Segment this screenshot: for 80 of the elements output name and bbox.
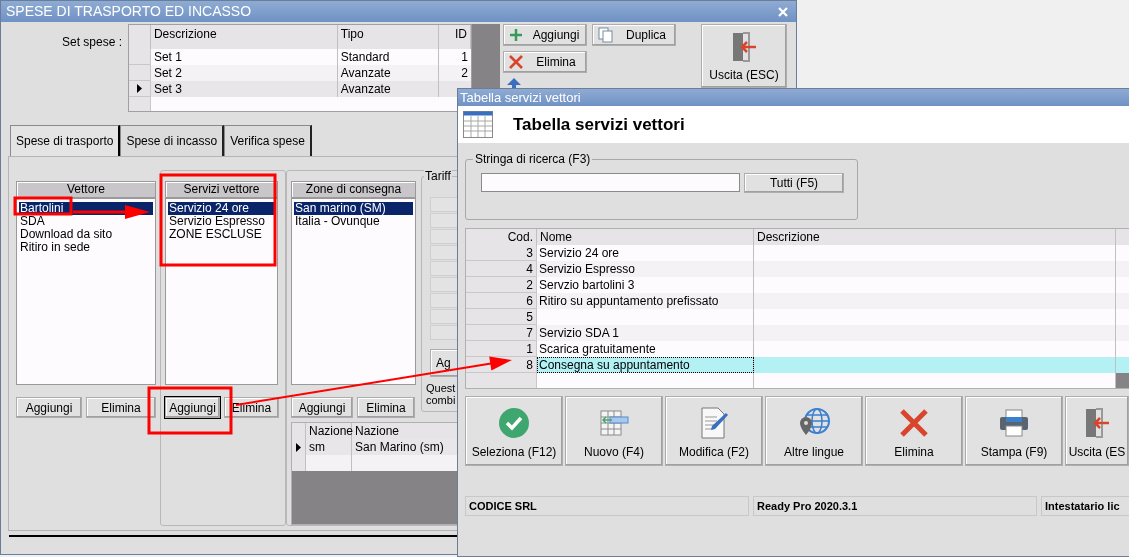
table-cell: Avanzate bbox=[337, 81, 440, 98]
exit-button[interactable]: Uscita (ESC) bbox=[701, 24, 787, 88]
group-label: Tariff bbox=[424, 169, 452, 183]
close-icon bbox=[899, 408, 929, 438]
toolbar-button[interactable]: Elimina bbox=[865, 396, 963, 466]
table-row[interactable]: 4 Servizio Espresso bbox=[466, 261, 1129, 277]
table-cell: 6 bbox=[466, 293, 537, 309]
dialog-heading: Tabella servizi vettori bbox=[513, 113, 685, 136]
toolbar-button[interactable]: Modifica (F2) bbox=[665, 396, 763, 466]
tab[interactable]: Spese di trasporto bbox=[10, 125, 121, 156]
checkmark-icon bbox=[498, 407, 530, 439]
list-item[interactable]: Servizio 24 ore bbox=[168, 202, 251, 215]
table-icon bbox=[463, 111, 493, 138]
table-cell: 3 bbox=[466, 245, 537, 261]
table-cell-text: 2 bbox=[460, 65, 469, 82]
exit-door-icon bbox=[731, 31, 757, 63]
toolbar-button[interactable]: Uscita (ES bbox=[1065, 396, 1129, 466]
table-cell-text: San Marino (sm) bbox=[354, 439, 445, 455]
table-cell-text: 1 bbox=[460, 49, 469, 66]
close-icon bbox=[509, 55, 523, 69]
list-header: Servizi vettore bbox=[165, 181, 278, 198]
list-item[interactable]: San marino (SM) bbox=[294, 202, 387, 215]
exit-door-icon bbox=[1084, 407, 1110, 439]
add-button[interactable]: Aggiungi bbox=[16, 397, 82, 418]
list-header: Zone di consegna bbox=[291, 181, 416, 198]
list-item[interactable]: Servizio Espresso bbox=[168, 215, 267, 228]
group-label: Stringa di ricerca (F3) bbox=[473, 152, 593, 166]
table-cell bbox=[466, 373, 537, 388]
field-label: Set spese : bbox=[61, 34, 122, 47]
delete-button[interactable]: Elimina bbox=[86, 397, 156, 418]
list-item[interactable]: ZONE ESCLUSE bbox=[168, 228, 263, 241]
table-cell: 7 bbox=[466, 325, 537, 341]
table-row[interactable]: 7 Servizio SDA 1 bbox=[466, 325, 1129, 341]
status-field: Ready Pro 2020.3.1 bbox=[753, 496, 1037, 516]
copy-icon bbox=[598, 27, 614, 43]
table-arrow-icon bbox=[598, 409, 630, 437]
table-cell: 1 bbox=[466, 341, 537, 357]
table-cell: 2 bbox=[466, 277, 537, 293]
status-field: Intestatario lic bbox=[1041, 496, 1129, 516]
table-row[interactable]: 8 Consegna su appuntamento bbox=[466, 357, 1129, 373]
show-all-button[interactable]: Tutti (F5) bbox=[744, 173, 844, 193]
duplicate-button[interactable]: Duplica bbox=[592, 24, 676, 46]
tab[interactable]: Spese di incasso bbox=[120, 125, 225, 156]
add-button[interactable]: Aggiungi bbox=[503, 24, 587, 46]
table-cell: 5 bbox=[466, 309, 537, 325]
add-button[interactable]: Aggiungi bbox=[291, 397, 353, 418]
list-item[interactable]: Download da sito bbox=[19, 228, 114, 241]
window-title: Tabella servizi vettori bbox=[460, 90, 581, 105]
table-cell: 4 bbox=[466, 261, 537, 277]
toolbar-button[interactable]: Altre lingue bbox=[765, 396, 863, 466]
list-item[interactable]: Ritiro in sede bbox=[19, 241, 92, 254]
toolbar-button[interactable]: Seleziona (F12) bbox=[465, 396, 563, 466]
toolbar-button[interactable]: Stampa (F9) bbox=[965, 396, 1063, 466]
add-button[interactable]: Aggiungi bbox=[165, 397, 220, 418]
highlight-frame bbox=[13, 196, 73, 216]
arrow-up-icon[interactable] bbox=[507, 78, 521, 88]
delete-button[interactable]: Elimina bbox=[357, 397, 415, 418]
window-title: SPESE DI TRASPORTO ED INCASSO bbox=[6, 2, 252, 21]
printer-icon bbox=[998, 408, 1030, 438]
table-row[interactable]: 1 Scarica gratuitamente bbox=[466, 341, 1129, 357]
toolbar-button[interactable]: Nuovo (F4) bbox=[565, 396, 663, 466]
table-row[interactable]: 2 Servzio bartolini 3 bbox=[466, 277, 1129, 293]
status-field: CODICE SRL bbox=[465, 496, 749, 516]
tab[interactable]: Verifica spese bbox=[224, 125, 312, 156]
row-header[interactable] bbox=[129, 81, 151, 98]
table-row[interactable]: 6 Ritiro su appuntamento prefissato bbox=[466, 293, 1129, 309]
close-icon[interactable] bbox=[778, 6, 788, 17]
table-row[interactable]: 3 Servizio 24 ore bbox=[466, 245, 1129, 261]
list-item[interactable]: SDA bbox=[19, 215, 46, 228]
row-pointer-icon bbox=[136, 84, 142, 94]
list-item[interactable]: Italia - Ovunque bbox=[294, 215, 381, 228]
delete-button[interactable]: Elimina bbox=[503, 51, 587, 73]
list-header: Vettore bbox=[16, 181, 156, 198]
document-pencil-icon bbox=[699, 407, 729, 439]
plus-icon bbox=[509, 28, 523, 42]
row-pointer-icon bbox=[296, 442, 301, 452]
table-row[interactable]: 5 bbox=[466, 309, 1129, 325]
search-field[interactable] bbox=[481, 173, 740, 192]
note-text: combi bbox=[426, 394, 457, 406]
note-text: Quest bbox=[426, 382, 457, 394]
